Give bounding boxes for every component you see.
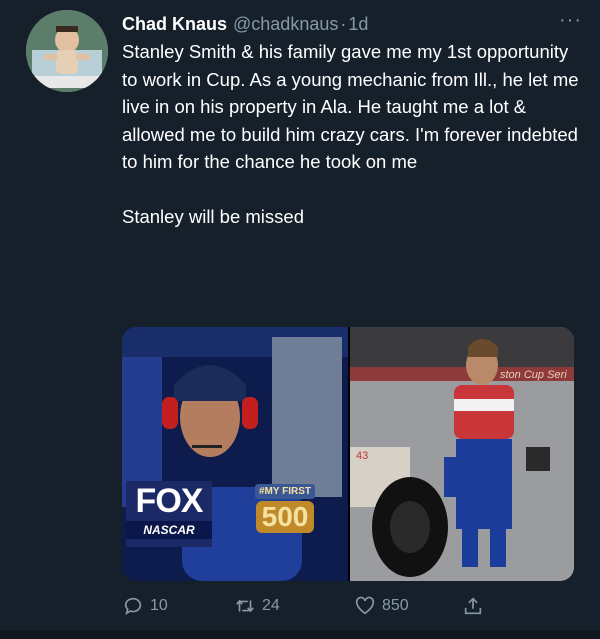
tweet-timestamp[interactable]: 1d xyxy=(348,14,368,35)
retweet-icon xyxy=(236,599,254,613)
reply-icon xyxy=(124,597,142,616)
tweet-header: Chad Knaus @chadknaus · 1d xyxy=(122,12,580,36)
fox-logo-text: FOX xyxy=(135,482,204,520)
like-count: 850 xyxy=(382,597,409,614)
heart-icon xyxy=(355,596,375,615)
fox-nascar-logo: FOX NASCAR xyxy=(126,481,212,547)
badge-number: 500 xyxy=(255,501,315,533)
media-image-right[interactable]: ston Cup Seri 43 xyxy=(350,327,574,581)
author-handle[interactable]: @chadknaus xyxy=(233,14,338,35)
retweet-button[interactable]: 24 xyxy=(234,595,280,617)
share-icon xyxy=(464,597,482,615)
banner-text: ston Cup Seri xyxy=(500,369,567,381)
pit-road-photo: ston Cup Seri 43 xyxy=(350,327,574,581)
author-avatar[interactable] xyxy=(26,10,108,92)
tweet-actions: 10 24 850 xyxy=(122,592,582,620)
car-number-text: 43 xyxy=(356,450,368,462)
nascar-logo-text: NASCAR xyxy=(126,521,212,539)
my-first-500-badge: #MY FIRST 500 xyxy=(244,481,326,543)
tweet-media[interactable]: FOX NASCAR #MY FIRST 500 ston Cup Seri 4… xyxy=(122,327,574,581)
reply-button[interactable]: 10 xyxy=(122,595,168,617)
share-button[interactable] xyxy=(462,595,484,617)
author-name[interactable]: Chad Knaus xyxy=(122,14,227,35)
reply-count: 10 xyxy=(150,597,168,614)
retweet-count: 24 xyxy=(262,597,280,614)
media-image-left[interactable]: FOX NASCAR #MY FIRST 500 xyxy=(122,327,348,581)
like-button[interactable]: 850 xyxy=(354,595,409,617)
badge-tag: #MY FIRST xyxy=(254,484,316,499)
separator-dot: · xyxy=(340,13,347,34)
tweet[interactable]: Chad Knaus @chadknaus · 1d ··· Stanley S… xyxy=(0,0,600,639)
avatar-image xyxy=(26,10,108,92)
bottom-divider xyxy=(0,630,600,639)
more-options-icon[interactable]: ··· xyxy=(559,10,582,30)
tweet-text: Stanley Smith & his family gave me my 1s… xyxy=(122,41,579,227)
